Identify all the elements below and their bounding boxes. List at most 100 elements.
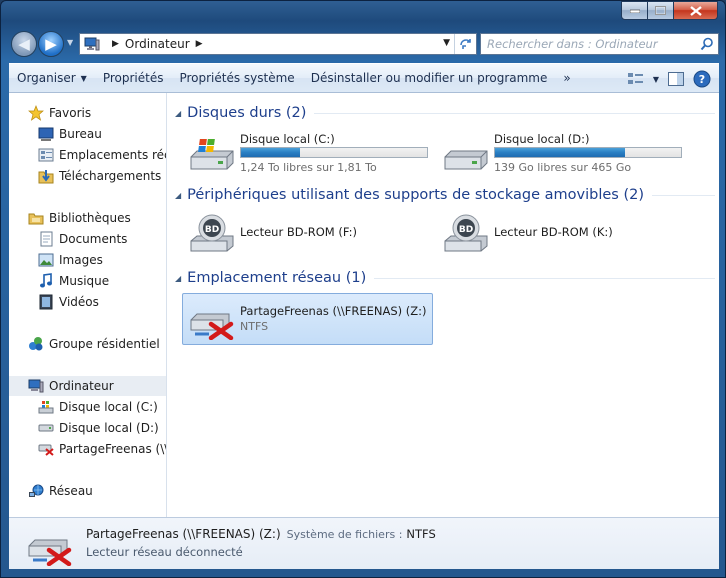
svg-text:?: ? bbox=[699, 73, 705, 86]
breadcrumb-separator-icon[interactable]: ▶ bbox=[112, 39, 119, 49]
nav-share-z[interactable]: PartageFreenas (\\FREENAS) (Z:) bbox=[9, 439, 166, 459]
drive-c-free-space: 1,24 To libres sur 1,81 To bbox=[240, 161, 377, 174]
search-box[interactable] bbox=[480, 33, 719, 55]
back-button[interactable]: ◀ bbox=[11, 31, 37, 57]
breadcrumb-computer[interactable]: Ordinateur bbox=[125, 37, 190, 51]
organize-menu-button[interactable]: Organiser ▼ bbox=[9, 64, 95, 92]
group-removable-storage[interactable]: ◢ Périphériques utilisant des supports d… bbox=[175, 185, 715, 205]
nav-libraries[interactable]: Bibliothèques bbox=[9, 208, 166, 228]
desktop-icon bbox=[37, 126, 55, 142]
disconnected-network-drive-icon bbox=[190, 313, 234, 340]
details-filesystem-label: Système de fichiers : bbox=[286, 528, 403, 541]
change-view-button[interactable] bbox=[623, 68, 649, 90]
bd-rom-drive-icon: BD bbox=[190, 214, 234, 252]
properties-button[interactable]: Propriétés bbox=[95, 64, 172, 92]
downloads-icon bbox=[37, 168, 55, 184]
group-network-location[interactable]: ◢ Emplacement réseau (1) bbox=[175, 268, 715, 288]
nav-computer[interactable]: Ordinateur bbox=[9, 376, 166, 396]
drive-k-name: Lecteur BD-ROM (K:) bbox=[494, 225, 613, 239]
group-divider bbox=[314, 112, 715, 114]
address-dropdown-icon[interactable]: ▼ bbox=[443, 38, 450, 48]
search-icon[interactable] bbox=[700, 37, 714, 51]
refresh-button[interactable] bbox=[454, 34, 476, 54]
nav-disk-c[interactable]: Disque local (C:) bbox=[9, 397, 166, 417]
recent-pages-dropdown[interactable]: ▼ bbox=[67, 38, 73, 47]
address-bar[interactable]: ▶ Ordinateur ▶ ▼ bbox=[79, 33, 477, 55]
computer-icon bbox=[84, 37, 100, 51]
command-bar: Organiser ▼ Propriétés Propriétés système… bbox=[9, 63, 719, 93]
breadcrumb-separator-icon[interactable]: ▶ bbox=[196, 39, 203, 49]
drive-tile-c[interactable]: Disque local (C:) 1,24 To libres sur 1,8… bbox=[183, 127, 431, 177]
nav-desktop-label: Bureau bbox=[59, 127, 102, 141]
group-divider bbox=[652, 194, 715, 196]
view-options-dropdown[interactable]: ▼ bbox=[649, 68, 663, 90]
close-button[interactable] bbox=[674, 1, 718, 20]
drive-c-usage-fill bbox=[241, 148, 300, 157]
drive-z-filesystem: NTFS bbox=[240, 320, 269, 333]
back-arrow-icon: ◀ bbox=[18, 35, 30, 53]
images-icon bbox=[37, 252, 55, 268]
disconnected-network-drive-icon bbox=[28, 539, 72, 566]
collapse-triangle-icon[interactable]: ◢ bbox=[175, 109, 181, 118]
nav-downloads[interactable]: Téléchargements bbox=[9, 166, 166, 186]
preview-pane-button[interactable] bbox=[663, 68, 689, 90]
group-removable-title: Périphériques utilisant des supports de … bbox=[187, 187, 645, 203]
forward-arrow-icon: ▶ bbox=[45, 35, 57, 53]
details-item-line: PartageFreenas (\\FREENAS) (Z:) Système d… bbox=[86, 527, 436, 541]
drive-tile-z[interactable]: PartageFreenas (\\FREENAS) (Z:) NTFS bbox=[182, 293, 433, 345]
libraries-icon bbox=[27, 210, 45, 226]
forward-button[interactable]: ▶ bbox=[38, 31, 64, 57]
drive-tile-f[interactable]: BD Lecteur BD-ROM (F:) bbox=[183, 209, 431, 259]
refresh-icon bbox=[459, 39, 471, 49]
nav-images-label: Images bbox=[59, 253, 103, 267]
drive-tile-k[interactable]: BD Lecteur BD-ROM (K:) bbox=[437, 209, 685, 259]
details-filesystem-value: NTFS bbox=[406, 527, 436, 541]
nav-music[interactable]: Musique bbox=[9, 271, 166, 291]
windows-drive-icon bbox=[37, 399, 55, 415]
recent-places-icon bbox=[37, 147, 55, 163]
nav-disk-d[interactable]: Disque local (D:) bbox=[9, 418, 166, 438]
search-input[interactable] bbox=[487, 37, 687, 51]
drive-f-name: Lecteur BD-ROM (F:) bbox=[240, 225, 357, 239]
music-icon bbox=[37, 273, 55, 289]
nav-videos-label: Vidéos bbox=[59, 295, 99, 309]
details-item-name: PartageFreenas (\\FREENAS) (Z:) bbox=[86, 527, 281, 541]
drive-c-name: Disque local (C:) bbox=[240, 132, 335, 146]
content-pane: ◢ Disques durs (2) Disque local (C:) 1,2… bbox=[169, 93, 719, 517]
preview-pane-icon bbox=[668, 72, 684, 86]
explorer-window: ◀ ▶ ▼ ▶ Ordinateur ▶ ▼ Organiser ▼ Propri… bbox=[0, 0, 726, 578]
nav-homegroup[interactable]: Groupe résidentiel bbox=[9, 334, 166, 354]
system-properties-button[interactable]: Propriétés système bbox=[171, 64, 302, 92]
maximize-button[interactable] bbox=[648, 1, 674, 20]
nav-recent-places-label: Emplacements récents bbox=[59, 148, 166, 162]
minimize-button[interactable] bbox=[621, 1, 648, 20]
group-hard-disks-title: Disques durs (2) bbox=[187, 105, 307, 121]
videos-icon bbox=[37, 294, 55, 310]
nav-network[interactable]: Réseau bbox=[9, 481, 166, 501]
nav-documents[interactable]: Documents bbox=[9, 229, 166, 249]
nav-desktop[interactable]: Bureau bbox=[9, 124, 166, 144]
maximize-icon bbox=[655, 6, 666, 15]
group-divider bbox=[374, 277, 715, 279]
drive-d-usage-fill bbox=[495, 148, 626, 157]
drive-tile-d[interactable]: Disque local (D:) 139 Go libres sur 465 … bbox=[437, 127, 685, 177]
help-button[interactable]: ? bbox=[689, 68, 715, 90]
more-commands-button[interactable]: » bbox=[555, 64, 578, 92]
nav-favorites[interactable]: Favoris bbox=[9, 103, 166, 123]
close-icon bbox=[689, 5, 702, 16]
navigation-bar: ◀ ▶ ▼ ▶ Ordinateur ▶ ▼ bbox=[9, 29, 719, 59]
window-caption-buttons bbox=[621, 1, 718, 20]
nav-recent-places[interactable]: Emplacements récents bbox=[9, 145, 166, 165]
group-hard-disks[interactable]: ◢ Disques durs (2) bbox=[175, 103, 715, 123]
chevron-down-icon: ▼ bbox=[80, 73, 87, 83]
nav-favorites-label: Favoris bbox=[49, 106, 92, 120]
nav-downloads-label: Téléchargements bbox=[59, 169, 162, 183]
collapse-triangle-icon[interactable]: ◢ bbox=[175, 191, 181, 200]
nav-computer-label: Ordinateur bbox=[49, 379, 114, 393]
collapse-triangle-icon[interactable]: ◢ bbox=[175, 274, 181, 283]
navigation-pane: Favoris Bureau Emplacements récents Télé… bbox=[9, 93, 167, 517]
uninstall-program-button[interactable]: Désinstaller ou modifier un programme bbox=[303, 64, 556, 92]
details-status: Lecteur réseau déconnecté bbox=[86, 545, 243, 559]
nav-videos[interactable]: Vidéos bbox=[9, 292, 166, 312]
nav-images[interactable]: Images bbox=[9, 250, 166, 270]
